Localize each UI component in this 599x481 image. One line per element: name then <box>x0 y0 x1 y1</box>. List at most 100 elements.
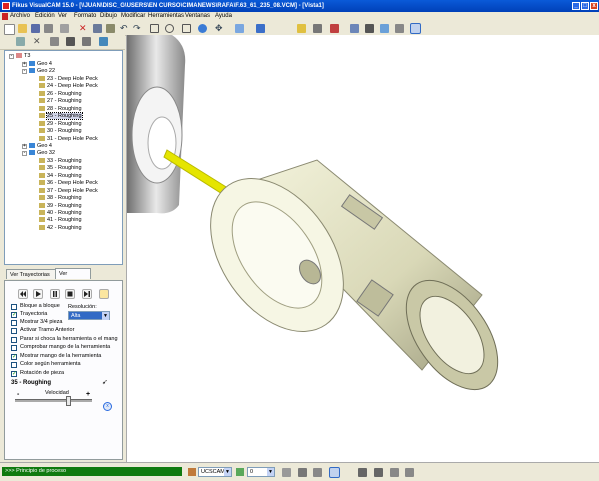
app-icon[interactable] <box>2 2 10 10</box>
point-snap-icon[interactable] <box>358 468 367 477</box>
panel-tabs: Ver Trayectorias Ver Material <box>4 268 123 287</box>
main-toolbar: ✕ ↶ ↷ ✥ <box>0 22 599 36</box>
ucs-icon[interactable] <box>188 468 196 476</box>
undo-icon[interactable]: ↶ <box>120 24 129 33</box>
paste-op-icon[interactable] <box>82 37 91 46</box>
chevron-down-icon[interactable]: ▼ <box>102 312 109 320</box>
close-button[interactable]: x <box>590 2 598 10</box>
measure-icon[interactable] <box>330 24 339 33</box>
menu-edicion[interactable]: Edición <box>35 13 55 19</box>
drill-icon[interactable] <box>313 24 322 33</box>
option-checkbox[interactable] <box>11 337 17 343</box>
collapse-icon[interactable]: - <box>22 151 27 157</box>
menu-archivo[interactable]: Archivo <box>10 13 30 19</box>
tree-root[interactable]: T3 <box>16 52 30 60</box>
operation-icon <box>39 83 45 89</box>
play-button[interactable] <box>33 289 43 299</box>
operation-icon <box>39 195 45 201</box>
zoom-icon[interactable] <box>165 24 174 33</box>
center-snap-icon[interactable] <box>374 468 383 477</box>
option-checkbox[interactable] <box>11 328 17 334</box>
title-bar: Fikus VisualCAM 15.0 - [\\JUAN\DISC_G\US… <box>0 0 599 12</box>
monitor-icon[interactable] <box>16 37 25 46</box>
stop-button[interactable] <box>65 289 75 299</box>
grid-icon[interactable] <box>350 24 359 33</box>
option-checkbox[interactable] <box>11 345 17 351</box>
cursor-pick-icon[interactable]: ➹ <box>102 378 108 386</box>
stock-icon[interactable] <box>365 24 374 33</box>
zoom-all-icon[interactable] <box>182 24 191 33</box>
menu-ver[interactable]: Ver <box>58 13 67 19</box>
delete-icon[interactable]: ✕ <box>79 24 88 33</box>
verify-icon[interactable] <box>395 24 404 33</box>
menu-formato[interactable]: Formato <box>74 13 96 19</box>
collapse-icon[interactable]: - <box>9 54 14 59</box>
pause-button[interactable] <box>50 289 60 299</box>
minimize-button[interactable]: _ <box>572 2 580 10</box>
step-button[interactable] <box>82 289 92 299</box>
speed-slider-track[interactable] <box>15 399 92 402</box>
postprocess-icon[interactable] <box>410 23 421 34</box>
ortho-icon[interactable] <box>313 468 322 477</box>
option-checkbox[interactable] <box>11 362 17 368</box>
option-checkbox[interactable]: ✓ <box>11 354 17 360</box>
open-icon[interactable] <box>18 24 27 33</box>
option-checkbox[interactable]: ✓ <box>11 371 17 377</box>
rotate-view-icon[interactable] <box>198 24 207 33</box>
remove-icon[interactable]: ✕ <box>33 37 42 46</box>
shading-icon[interactable] <box>256 24 265 33</box>
zoom-window-icon[interactable] <box>150 24 159 33</box>
resolucion-select[interactable]: Alta ▼ <box>68 311 110 320</box>
ucs-select[interactable]: UCSCAM ▼ <box>198 467 232 477</box>
doc-icon[interactable] <box>2 13 8 20</box>
selection-mode-icon[interactable] <box>329 467 340 478</box>
cut-op-icon[interactable] <box>50 37 59 46</box>
layer-select[interactable]: 0 ▼ <box>247 467 275 477</box>
layer-icon[interactable] <box>236 468 244 476</box>
material-button[interactable] <box>99 289 109 299</box>
tab-ver-material[interactable]: Ver Material <box>55 268 91 287</box>
tab-ver-trayectorias[interactable]: Ver Trayectorias <box>6 269 56 279</box>
save-icon[interactable] <box>31 24 40 33</box>
collapse-icon[interactable]: - <box>22 69 27 75</box>
chevron-down-icon[interactable]: ▼ <box>224 468 231 476</box>
filter-icon[interactable] <box>282 468 291 477</box>
speed-minus[interactable]: - <box>17 391 19 398</box>
pan-icon[interactable]: ✥ <box>215 24 224 33</box>
option-checkbox[interactable] <box>11 320 17 326</box>
print-icon[interactable] <box>44 24 53 33</box>
menu-dibujo[interactable]: Dibujo <box>100 13 117 19</box>
maximize-button[interactable]: □ <box>581 2 589 10</box>
tree-operation-item[interactable]: 42 - Roughing <box>39 224 82 232</box>
operations-tree[interactable]: - T3 + Geo 4- Geo 22 23 - Deep Hole Peck 24 … <box>4 50 123 265</box>
speed-plus[interactable]: + <box>86 391 90 398</box>
3d-viewport[interactable] <box>126 35 599 462</box>
snap-icon[interactable] <box>298 468 307 477</box>
option-checkbox[interactable]: ✓ <box>11 312 17 318</box>
view-cube-icon[interactable] <box>235 24 244 33</box>
line-snap-icon[interactable] <box>405 468 414 477</box>
simulate-icon[interactable] <box>380 24 389 33</box>
menu-modificar[interactable]: Modificar <box>121 13 145 19</box>
redo-icon[interactable]: ↷ <box>133 24 142 33</box>
tangent-snap-icon[interactable] <box>390 468 399 477</box>
option-checkbox[interactable] <box>11 304 17 310</box>
copy-op-icon[interactable] <box>66 37 75 46</box>
expand-icon[interactable]: + <box>22 143 27 149</box>
properties-icon[interactable] <box>99 37 108 46</box>
speed-slider-thumb[interactable] <box>66 396 71 406</box>
tool-icon[interactable] <box>297 24 306 33</box>
new-icon[interactable] <box>4 24 15 35</box>
copy-icon[interactable] <box>93 24 102 33</box>
rewind-button[interactable] <box>18 289 28 299</box>
close-sim-icon[interactable]: x <box>103 402 112 411</box>
expand-icon[interactable]: + <box>22 62 27 67</box>
cut-icon[interactable] <box>60 24 69 33</box>
chevron-down-icon[interactable]: ▼ <box>267 468 274 476</box>
paste-icon[interactable] <box>106 24 115 33</box>
menu-ayuda[interactable]: Ayuda <box>215 13 232 19</box>
status-message: >>> Principio de proceso <box>2 467 182 476</box>
tree-toolbar: ✕ <box>0 35 125 50</box>
menu-herramientas[interactable]: Herramientas <box>148 13 184 19</box>
menu-ventanas[interactable]: Ventanas <box>185 13 210 19</box>
